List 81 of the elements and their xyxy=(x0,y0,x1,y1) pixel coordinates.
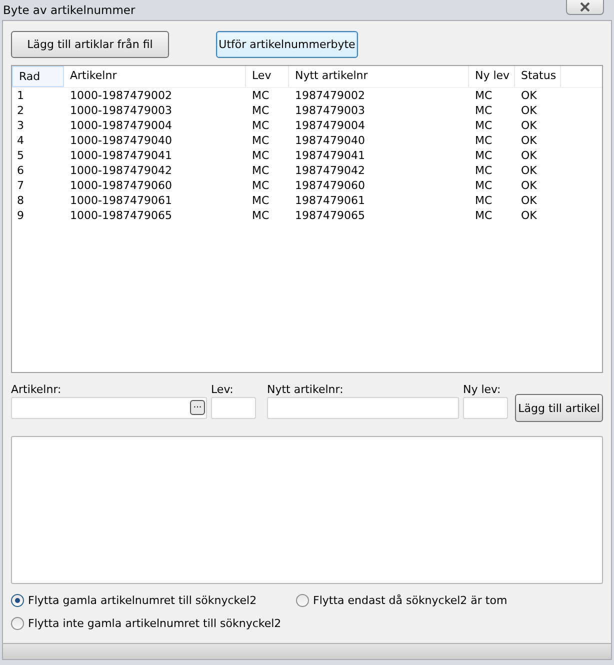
table-cell-text: 1000-1987479004 xyxy=(69,118,173,133)
table-cell-text: 1987479060 xyxy=(294,178,366,193)
radio-button[interactable] xyxy=(11,594,24,608)
action-button[interactable]: Lägg till artiklar från fil xyxy=(11,31,169,58)
table-cell-text: OK xyxy=(520,148,538,163)
table-cell-text: 7 xyxy=(16,178,25,193)
table-cell-text: 1987479041 xyxy=(294,148,366,163)
radio-button[interactable] xyxy=(11,617,24,630)
table-cell-text: MC xyxy=(474,162,494,178)
table-cell-text: OK xyxy=(520,132,538,148)
table-cell-text: 1987479004 xyxy=(294,118,366,133)
table-cell-text: 1000-1987479060 xyxy=(69,178,173,193)
table-cell-text: 1000-1987479061 xyxy=(69,192,173,208)
table-cell-text: MC xyxy=(251,162,270,178)
table-cell-text: MC xyxy=(251,178,270,193)
table-cell-text: 1000-1987479040 xyxy=(69,132,173,148)
field-label: Ny lev: xyxy=(463,382,502,398)
table-cell-text: 1987479061 xyxy=(294,192,366,208)
table-cell-text: OK xyxy=(520,192,538,208)
table-cell-text: 1000-1987479041 xyxy=(69,148,173,163)
table-cell-text: MC xyxy=(474,102,494,118)
column-header[interactable]: Nytt artikelnr xyxy=(289,66,469,87)
table-cell-text: OK xyxy=(520,118,538,133)
field-label: Artikelnr: xyxy=(11,382,62,398)
table-cell-text: MC xyxy=(474,208,494,223)
table-cell-text: 1000-1987479003 xyxy=(69,102,173,118)
table-cell-text: 1987479003 xyxy=(294,102,366,118)
table-cell-text: 1987479002 xyxy=(294,88,366,103)
table-cell-text: 9 xyxy=(16,208,25,223)
table-cell-text: OK xyxy=(520,102,538,118)
table-cell-text: MC xyxy=(474,178,494,193)
column-header[interactable]: Rad xyxy=(12,66,64,87)
table-cell-text: 1987479040 xyxy=(294,132,366,148)
table-cell-text: 1987479042 xyxy=(294,162,366,178)
table-cell-text: 1 xyxy=(16,88,25,103)
table-cell-text: MC xyxy=(251,88,270,103)
option-label: Flytta gamla artikelnumret till söknyckel2 xyxy=(28,594,257,608)
table-cell-text: MC xyxy=(251,132,270,148)
table-cell-text: MC xyxy=(251,102,270,118)
option-label: Flytta endast då söknyckel2 är tom xyxy=(313,594,508,608)
table-cell-text: OK xyxy=(520,162,538,178)
close-icon xyxy=(579,2,591,12)
column-header[interactable]: Lev xyxy=(246,66,289,87)
table-cell-text: MC xyxy=(251,148,270,163)
column-header[interactable]: Status xyxy=(515,66,561,87)
input-field[interactable] xyxy=(211,397,256,420)
table-cell-text: OK xyxy=(520,208,538,223)
table-cell-text: MC xyxy=(474,192,494,208)
input-field[interactable] xyxy=(267,397,459,420)
browse-button[interactable]: ··· xyxy=(190,400,205,416)
table-cell-text: MC xyxy=(474,118,494,133)
table-cell-text: OK xyxy=(520,178,538,193)
table-cell-text: 1000-1987479042 xyxy=(69,162,173,178)
action-button[interactable]: Utför artikelnummerbyte xyxy=(216,31,358,58)
option-label: Flytta inte gamla artikelnumret till söknyckel2 xyxy=(28,617,282,630)
table-cell-text: 8 xyxy=(16,192,25,208)
table-cell-text: 1987479065 xyxy=(294,208,366,223)
table-cell-text: 5 xyxy=(16,148,25,163)
input-field[interactable] xyxy=(463,397,508,420)
table-cell-text: MC xyxy=(251,118,270,133)
table-cell-text: 1000-1987479002 xyxy=(69,88,173,103)
table-cell-text: 4 xyxy=(16,132,25,148)
table-cell-text: 3 xyxy=(16,118,25,133)
field-label: Lev: xyxy=(211,382,234,398)
column-header[interactable]: Ny lev xyxy=(469,66,515,87)
table-cell-text: 1000-1987479065 xyxy=(69,208,173,223)
input-field[interactable]: ··· xyxy=(11,397,207,420)
table-cell-text: 2 xyxy=(16,102,25,118)
column-header[interactable]: Artikelnr xyxy=(64,66,246,87)
table-cell-text: OK xyxy=(520,88,538,103)
add-article-button[interactable]: Lägg till artikel xyxy=(515,394,603,422)
close-button[interactable] xyxy=(566,0,604,15)
table-cell-text: MC xyxy=(474,148,494,163)
table-cell-text: MC xyxy=(251,192,270,208)
radio-button[interactable] xyxy=(296,594,309,608)
table-cell-text: 6 xyxy=(16,162,25,178)
table-cell-text: MC xyxy=(251,208,270,223)
table-cell-text: MC xyxy=(474,88,494,103)
field-label: Nytt artikelnr: xyxy=(267,382,344,398)
table-cell-text: MC xyxy=(474,132,494,148)
window-title: Byte av artikelnummer xyxy=(3,3,136,17)
